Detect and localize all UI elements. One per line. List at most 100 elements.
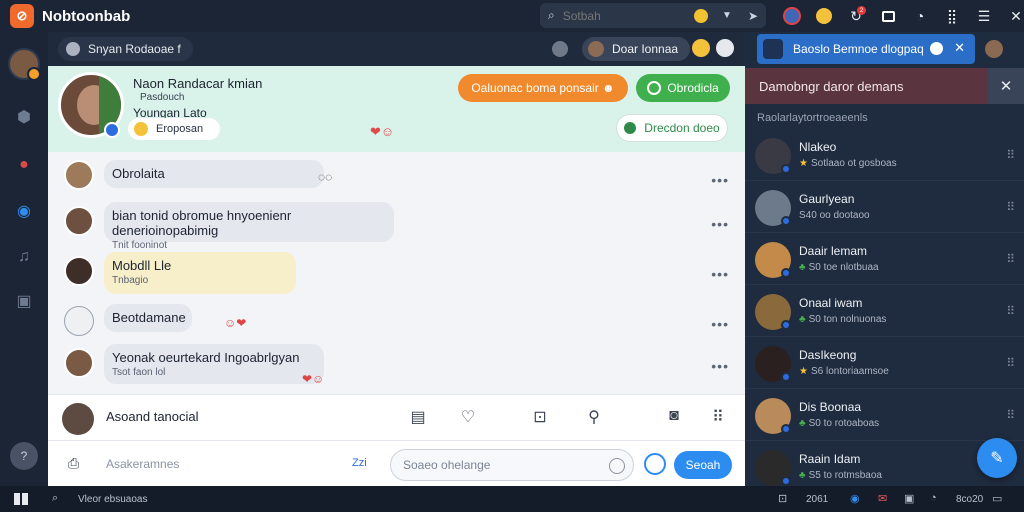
chat-title: Snyan Rodaoae f <box>88 42 181 56</box>
avatar[interactable] <box>64 256 94 286</box>
contact-item[interactable]: Onaal iwam ♣ S0 ton nolnuonas ⠿ <box>745 286 1024 337</box>
close-window-button[interactable]: ✕ <box>1000 0 1024 32</box>
contact-item[interactable]: Daair lemam ♣ S0 toe nlotbuaa ⠿ <box>745 234 1024 285</box>
emoji-button[interactable] <box>808 0 840 32</box>
message-bubble[interactable]: Yeonak oeurtekard Ingoabrlgyan Tsot faon … <box>104 344 324 384</box>
contact-item[interactable]: Nlakeo ★ Sotlaao ot gosboas ⠿ <box>745 130 1024 181</box>
grid-icon[interactable]: ⠿ <box>708 407 728 427</box>
browser-icon[interactable]: ◉ <box>850 492 860 505</box>
mic-icon[interactable]: ⚲ <box>584 407 604 427</box>
search-icon: ⌕ <box>548 8 555 22</box>
primary-action-button[interactable]: Oaluonac boma ponsair ☻ <box>458 74 628 102</box>
drag-handle-icon[interactable]: ⠿ <box>1006 304 1016 318</box>
avatar[interactable] <box>64 206 94 236</box>
call-button[interactable]: Obrodicla <box>636 74 730 102</box>
music-icon[interactable]: ♫ <box>13 246 35 268</box>
drag-handle-icon[interactable]: ⠿ <box>1006 252 1016 266</box>
attachment-button[interactable] <box>644 453 666 475</box>
avatar[interactable] <box>716 39 734 57</box>
menu-button[interactable]: ☰ <box>968 0 1000 32</box>
document-icon[interactable]: ▤ <box>408 407 428 427</box>
fire-icon[interactable]: ● <box>13 154 35 176</box>
wifi-icon[interactable]: ▣ <box>904 492 914 505</box>
contact-item[interactable]: Gaurlyean S40 oo dootaoo ⠿ <box>745 182 1024 233</box>
reaction-icon[interactable]: ❤☺ <box>302 372 324 386</box>
windows-start-icon[interactable] <box>14 493 28 505</box>
star-icon: ★ <box>799 366 808 377</box>
help-icon[interactable]: ? <box>10 442 38 470</box>
drag-handle-icon[interactable]: ⠿ <box>1006 356 1016 370</box>
heart-icon[interactable]: ♡ <box>458 407 478 427</box>
screen-icon[interactable]: ▣ <box>13 290 35 312</box>
chat-icon[interactable]: ◉ <box>13 200 35 222</box>
network-icon[interactable]: ⊡ <box>778 492 787 505</box>
mood-chip[interactable]: Eroposan <box>128 118 220 140</box>
message-bubble[interactable]: bian tonid obromue hnyoenienr denerioino… <box>104 202 394 251</box>
emoji-icon[interactable] <box>692 39 710 57</box>
participant-chip[interactable]: Doar Ionnaa <box>582 37 691 61</box>
search-input[interactable] <box>562 8 673 23</box>
reply-input[interactable]: Soaeo ohelange <box>390 449 634 481</box>
send-icon[interactable]: ➤ <box>748 9 758 23</box>
avatar[interactable] <box>64 160 94 190</box>
battery-icon[interactable]: ▭ <box>992 492 1002 505</box>
box-icon[interactable]: ⬢ <box>13 106 35 128</box>
more-icon[interactable]: ••• <box>711 358 729 374</box>
avatar[interactable] <box>62 403 94 435</box>
format-tag[interactable]: Zzi <box>352 457 367 469</box>
attach-icon[interactable]: ⎙ <box>68 455 79 472</box>
minimize-window-button[interactable] <box>872 0 904 32</box>
close-icon[interactable]: ✕ <box>954 40 965 56</box>
more-icon[interactable]: ••• <box>711 216 729 232</box>
clock-icon: ◔ <box>915 8 925 24</box>
code-icon[interactable]: ⊡ <box>530 407 550 427</box>
contact-status: Pasdouch <box>140 92 185 103</box>
app-logo-icon: ⊘ <box>10 4 34 28</box>
emoji-icon[interactable] <box>609 458 625 474</box>
mail-icon[interactable]: ✉ <box>878 492 887 505</box>
reaction-icon[interactable]: ◌◌ <box>318 170 332 184</box>
contact-name: Daair lemam <box>799 244 868 258</box>
volume-icon[interactable]: ◔ <box>930 492 937 504</box>
message-meta: Tnbagio <box>112 275 149 286</box>
chevron-down-icon[interactable]: ▼ <box>722 10 732 21</box>
taskbar-time: 2061 <box>806 494 829 505</box>
more-icon[interactable]: ••• <box>711 316 729 332</box>
contact-meta: ♣ S5 to rotmsbaoa <box>799 470 882 481</box>
bot-icon[interactable] <box>64 306 94 336</box>
reaction-icon[interactable]: ❤☺ <box>370 124 394 140</box>
user-avatar[interactable] <box>8 48 41 81</box>
close-icon[interactable]: ✕ <box>988 68 1024 104</box>
new-chat-button[interactable]: ✎ <box>977 438 1017 478</box>
panel-tab[interactable]: Baoslo Bemnoe dlogpaq ✕ <box>757 34 975 64</box>
apps-grid-button[interactable]: ⣿ <box>936 0 968 32</box>
status-button[interactable]: ◔ <box>904 0 936 32</box>
drag-handle-icon[interactable]: ⠿ <box>1006 200 1016 214</box>
secondary-action-button[interactable]: Drecdon doeo <box>616 114 728 142</box>
reaction-icon[interactable]: ☺❤ <box>224 316 246 330</box>
contact-meta: ★ S6 lontoriaamsoe <box>799 366 889 377</box>
send-button[interactable]: Seoah <box>674 451 732 479</box>
sticker-icon[interactable]: ◙ <box>664 407 684 427</box>
search-bar[interactable]: ⌕ ▼ ➤ <box>540 3 766 28</box>
more-icon[interactable]: ••• <box>711 172 729 188</box>
contact-item[interactable]: DasIkeong ★ S6 lontoriaamsoe ⠿ <box>745 338 1024 389</box>
message-bubble[interactable]: Obrolaita <box>104 160 324 188</box>
notifications-button[interactable]: ↻ 2 <box>840 0 872 32</box>
chat-header: Naon Randacar kmian Pasdouch Youngan Lat… <box>48 66 745 152</box>
emoji-icon[interactable] <box>694 8 709 23</box>
contact-item[interactable]: Dis Boonaa ♣ S0 to rotoaboas ⠿ <box>745 390 1024 441</box>
settings-icon[interactable] <box>552 41 568 57</box>
message-bubble[interactable]: Mobdll Lle Tnbagio <box>104 252 296 294</box>
more-icon[interactable]: ••• <box>711 266 729 282</box>
status-icon <box>930 42 943 55</box>
drag-handle-icon[interactable]: ⠿ <box>1006 148 1016 162</box>
avatar[interactable] <box>64 348 94 378</box>
chat-title-chip[interactable]: Snyan Rodaoae f <box>58 37 193 61</box>
avatar[interactable] <box>985 40 1003 58</box>
drag-handle-icon[interactable]: ⠿ <box>1006 408 1016 422</box>
profile-avatar-button[interactable] <box>776 0 808 32</box>
compose-placeholder[interactable]: Asakeramnes <box>106 457 179 471</box>
search-icon[interactable]: ⌕ <box>52 492 58 505</box>
message-bubble[interactable]: Beotdamane <box>104 304 192 332</box>
